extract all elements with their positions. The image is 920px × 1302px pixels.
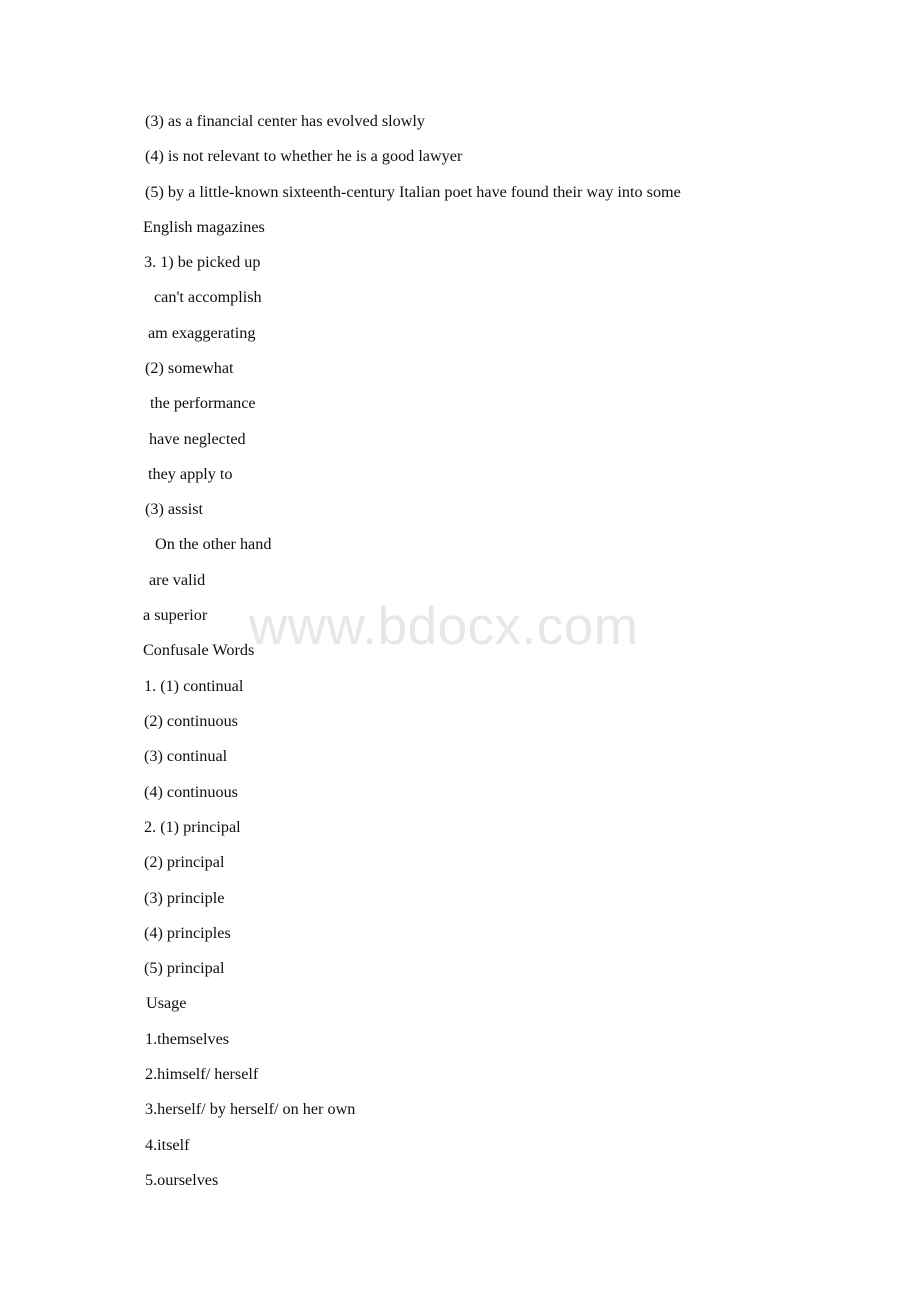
site-watermark: www.bdocx.com: [249, 597, 639, 656]
text-line: are valid: [149, 571, 206, 589]
text-line: 4.itself: [145, 1136, 190, 1154]
text-line: (3) as a financial center has evolved sl…: [145, 112, 426, 130]
text-line: 1. (1) continual: [144, 677, 244, 695]
document-page: www.bdocx.com (3) as a financial center …: [0, 0, 920, 1302]
text-line: the performance: [150, 394, 256, 412]
text-line: can't accomplish: [154, 288, 262, 306]
text-line: (4) continuous: [144, 783, 238, 801]
text-line: Confusale Words: [143, 641, 255, 659]
text-line: (4) is not relevant to whether he is a g…: [145, 147, 463, 165]
text-line: 3. 1) be picked up: [144, 253, 261, 271]
text-line: (5) by a little-known sixteenth-century …: [145, 183, 681, 201]
text-line: am exaggerating: [148, 324, 256, 342]
text-line: (4) principles: [144, 924, 231, 942]
text-line: (3) continual: [144, 747, 228, 765]
text-line: 3.herself/ by herself/ on her own: [145, 1100, 356, 1118]
text-line: On the other hand: [155, 535, 272, 553]
text-line: (3) principle: [144, 889, 225, 907]
text-line: they apply to: [148, 465, 233, 483]
text-line: 2. (1) principal: [144, 818, 241, 836]
text-line: (5) principal: [144, 959, 225, 977]
text-line: 2.himself/ herself: [145, 1065, 259, 1083]
text-line: have neglected: [149, 430, 246, 448]
text-line: Usage: [146, 994, 187, 1012]
text-line: (2) somewhat: [145, 359, 234, 377]
text-line: 1.themselves: [145, 1030, 230, 1048]
text-line: 5.ourselves: [145, 1171, 219, 1189]
text-line: (2) principal: [144, 853, 225, 871]
text-line: (3) assist: [145, 500, 203, 518]
text-line: (2) continuous: [144, 712, 238, 730]
text-line: a superior: [143, 606, 208, 624]
text-line: English magazines: [143, 218, 265, 236]
